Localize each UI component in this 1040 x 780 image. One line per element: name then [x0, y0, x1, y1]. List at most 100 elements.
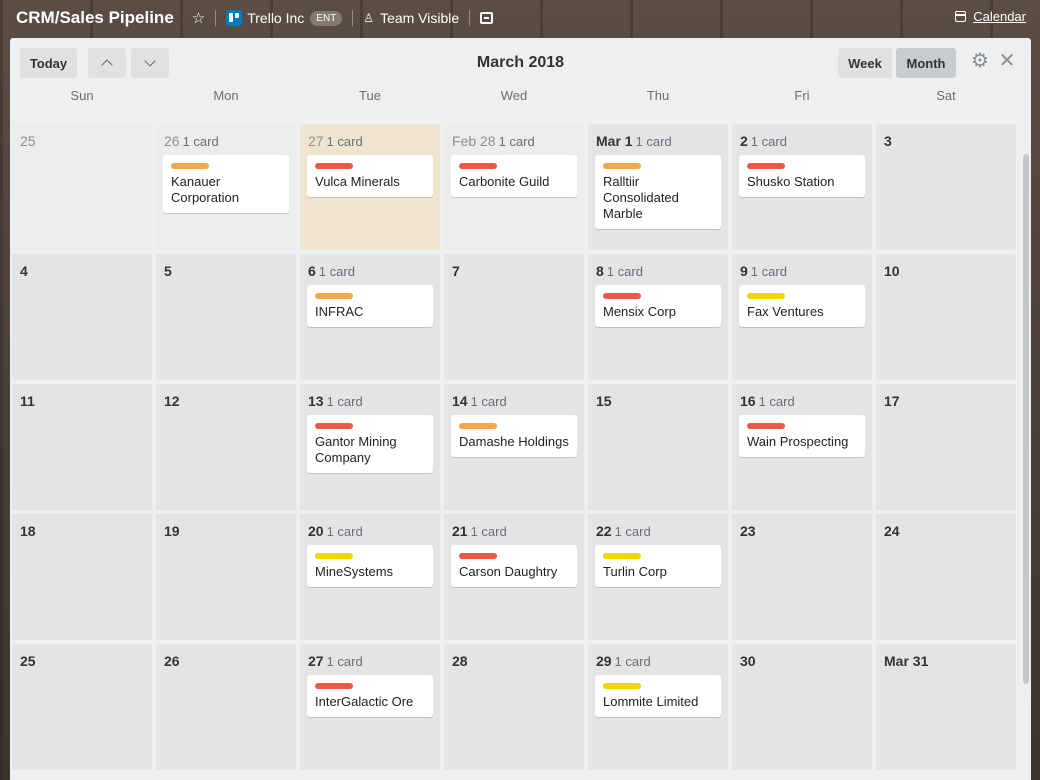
calendar-card[interactable]: Turlin Corp: [595, 545, 721, 587]
calendar-card[interactable]: Fax Ventures: [739, 285, 865, 327]
day-cell[interactable]: 29 1 card Lommite Limited: [588, 644, 728, 770]
card-count: 1 card: [326, 524, 363, 539]
day-cell[interactable]: 22 1 card Turlin Corp: [588, 514, 728, 640]
card-title: Damashe Holdings: [459, 434, 569, 449]
day-cell[interactable]: 11: [12, 384, 152, 510]
day-cell[interactable]: 30: [732, 644, 872, 770]
day-cell[interactable]: 26 1 card Kanauer Corporation: [156, 124, 296, 250]
enterprise-badge: ENT: [310, 10, 343, 26]
day-number: 17: [884, 393, 900, 409]
day-number: 25: [20, 133, 36, 149]
day-number: 10: [884, 263, 900, 279]
day-cell[interactable]: 27 1 card Vulca Minerals: [300, 124, 440, 250]
day-number: 4: [20, 263, 28, 279]
day-cell[interactable]: 7: [444, 254, 584, 380]
calendar-card[interactable]: Damashe Holdings: [451, 415, 577, 457]
calendar-card[interactable]: InterGalactic Ore: [307, 675, 433, 717]
card-count: 1 card: [326, 134, 363, 149]
card-label-orange: [459, 423, 497, 429]
card-title: Fax Ventures: [747, 304, 824, 319]
day-cell[interactable]: 28: [444, 644, 584, 770]
week-view-button[interactable]: Week: [838, 48, 892, 78]
day-number: 24: [884, 523, 900, 539]
day-cell[interactable]: 21 1 card Carson Daughtry: [444, 514, 584, 640]
calendar-card[interactable]: Wain Prospecting: [739, 415, 865, 457]
calendar-card[interactable]: Vulca Minerals: [307, 155, 433, 197]
day-cell[interactable]: 20 1 card MineSystems: [300, 514, 440, 640]
day-cell[interactable]: 27 1 card InterGalactic Ore: [300, 644, 440, 770]
calendar-card[interactable]: Kanauer Corporation: [163, 155, 289, 213]
header-divider: [469, 10, 471, 26]
day-cell-header: 7: [452, 263, 460, 279]
calendar-card[interactable]: Carson Daughtry: [451, 545, 577, 587]
calendar-card[interactable]: Mensix Corp: [595, 285, 721, 327]
day-cell[interactable]: 23: [732, 514, 872, 640]
calendar-card[interactable]: MineSystems: [307, 545, 433, 587]
month-view-button[interactable]: Month: [896, 48, 956, 78]
day-cell[interactable]: 25: [12, 124, 152, 250]
day-cell-header: 21 1 card: [452, 523, 507, 539]
day-cell[interactable]: 91 card Fax Ventures: [732, 254, 872, 380]
day-cell[interactable]: Mar 31: [876, 644, 1016, 770]
calendar-card[interactable]: Gantor Mining Company: [307, 415, 433, 473]
day-cell[interactable]: 4: [12, 254, 152, 380]
day-cell[interactable]: 61 card INFRAC: [300, 254, 440, 380]
card-title: InterGalactic Ore: [315, 694, 414, 709]
card-count: 1 card: [326, 654, 363, 669]
card-label-red: [459, 553, 497, 559]
calendar-card[interactable]: Lommite Limited: [595, 675, 721, 717]
day-cell-header: 12: [164, 393, 180, 409]
day-cell[interactable]: 12: [156, 384, 296, 510]
visibility-button[interactable]: Team Visible: [380, 10, 459, 26]
day-cell[interactable]: 21 card Shusko Station: [732, 124, 872, 250]
day-cell[interactable]: 3: [876, 124, 1016, 250]
card-count: 1 card: [758, 394, 795, 409]
card-count: 1 card: [750, 134, 787, 149]
star-icon[interactable]: ☆: [192, 9, 205, 27]
card-count: 1 card: [750, 264, 787, 279]
day-cell[interactable]: 17: [876, 384, 1016, 510]
card-label-yellow: [315, 553, 353, 559]
card-count: 1 card: [182, 134, 219, 149]
day-cell[interactable]: 5: [156, 254, 296, 380]
calendar-card[interactable]: Carbonite Guild: [451, 155, 577, 197]
close-icon[interactable]: ✕: [997, 51, 1017, 71]
day-cell[interactable]: 15: [588, 384, 728, 510]
day-cell[interactable]: 18: [12, 514, 152, 640]
card-label-orange: [315, 293, 353, 299]
day-cell[interactable]: 24: [876, 514, 1016, 640]
calendar-card[interactable]: Shusko Station: [739, 155, 865, 197]
day-cell[interactable]: 81 card Mensix Corp: [588, 254, 728, 380]
calendar-scrollbar[interactable]: [1023, 154, 1029, 684]
day-cell[interactable]: 26: [156, 644, 296, 770]
board-title[interactable]: CRM/Sales Pipeline: [16, 8, 174, 28]
gear-icon[interactable]: ⚙: [970, 51, 990, 71]
archive-icon[interactable]: [480, 12, 494, 24]
day-cell-header: 5: [164, 263, 172, 279]
day-cell[interactable]: 14 1 card Damashe Holdings: [444, 384, 584, 510]
day-cell-header: 15: [596, 393, 612, 409]
calendar-icon: [955, 11, 967, 22]
day-cell[interactable]: 13 1 card Gantor Mining Company: [300, 384, 440, 510]
calendar-power-up-link[interactable]: Calendar: [955, 9, 1026, 24]
day-cell-header: 26 1 card: [164, 133, 219, 149]
calendar-card[interactable]: INFRAC: [307, 285, 433, 327]
day-cell[interactable]: Mar 11 card Ralltiir Consolidated Marble: [588, 124, 728, 250]
calendar-card[interactable]: Ralltiir Consolidated Marble: [595, 155, 721, 229]
card-label-red: [747, 163, 785, 169]
day-cell[interactable]: 16 1 card Wain Prospecting: [732, 384, 872, 510]
org-name[interactable]: Trello Inc: [247, 10, 304, 26]
card-title: Lommite Limited: [603, 694, 699, 709]
day-cell[interactable]: Feb 28 1 card Carbonite Guild: [444, 124, 584, 250]
weekday-label-mon: Mon: [213, 88, 239, 103]
day-cell[interactable]: 25: [12, 644, 152, 770]
day-number: 6: [308, 263, 316, 279]
weekday-label-fri: Fri: [794, 88, 810, 103]
card-label-orange: [603, 163, 641, 169]
day-cell[interactable]: 10: [876, 254, 1016, 380]
card-title: INFRAC: [315, 304, 364, 319]
day-cell[interactable]: 19: [156, 514, 296, 640]
day-number: 11: [20, 393, 35, 409]
day-cell-header: 27 1 card: [308, 133, 363, 149]
day-cell-header: 24: [884, 523, 900, 539]
